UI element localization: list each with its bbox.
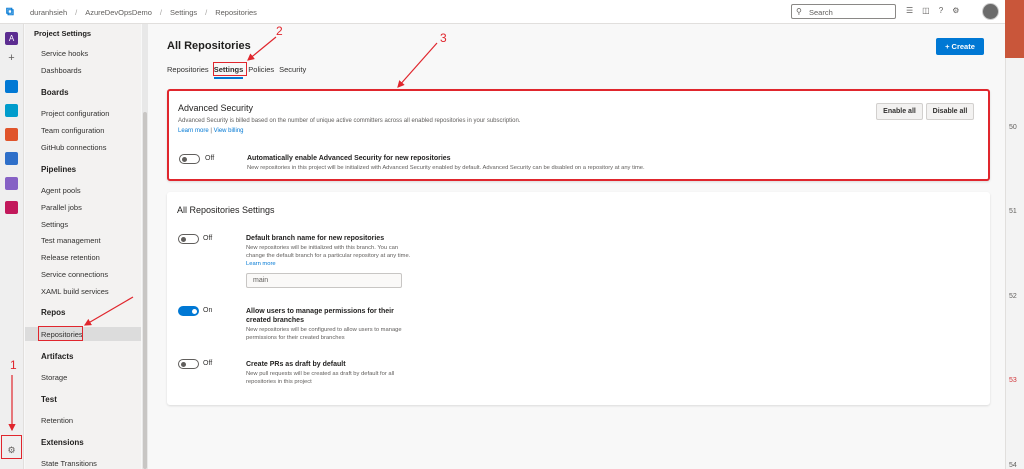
annotation-arrow-repos bbox=[83, 296, 134, 326]
annotation-arrow-2 bbox=[247, 36, 277, 61]
annotation-arrows bbox=[8, 36, 438, 432]
annotation-arrow-3 bbox=[397, 42, 438, 88]
